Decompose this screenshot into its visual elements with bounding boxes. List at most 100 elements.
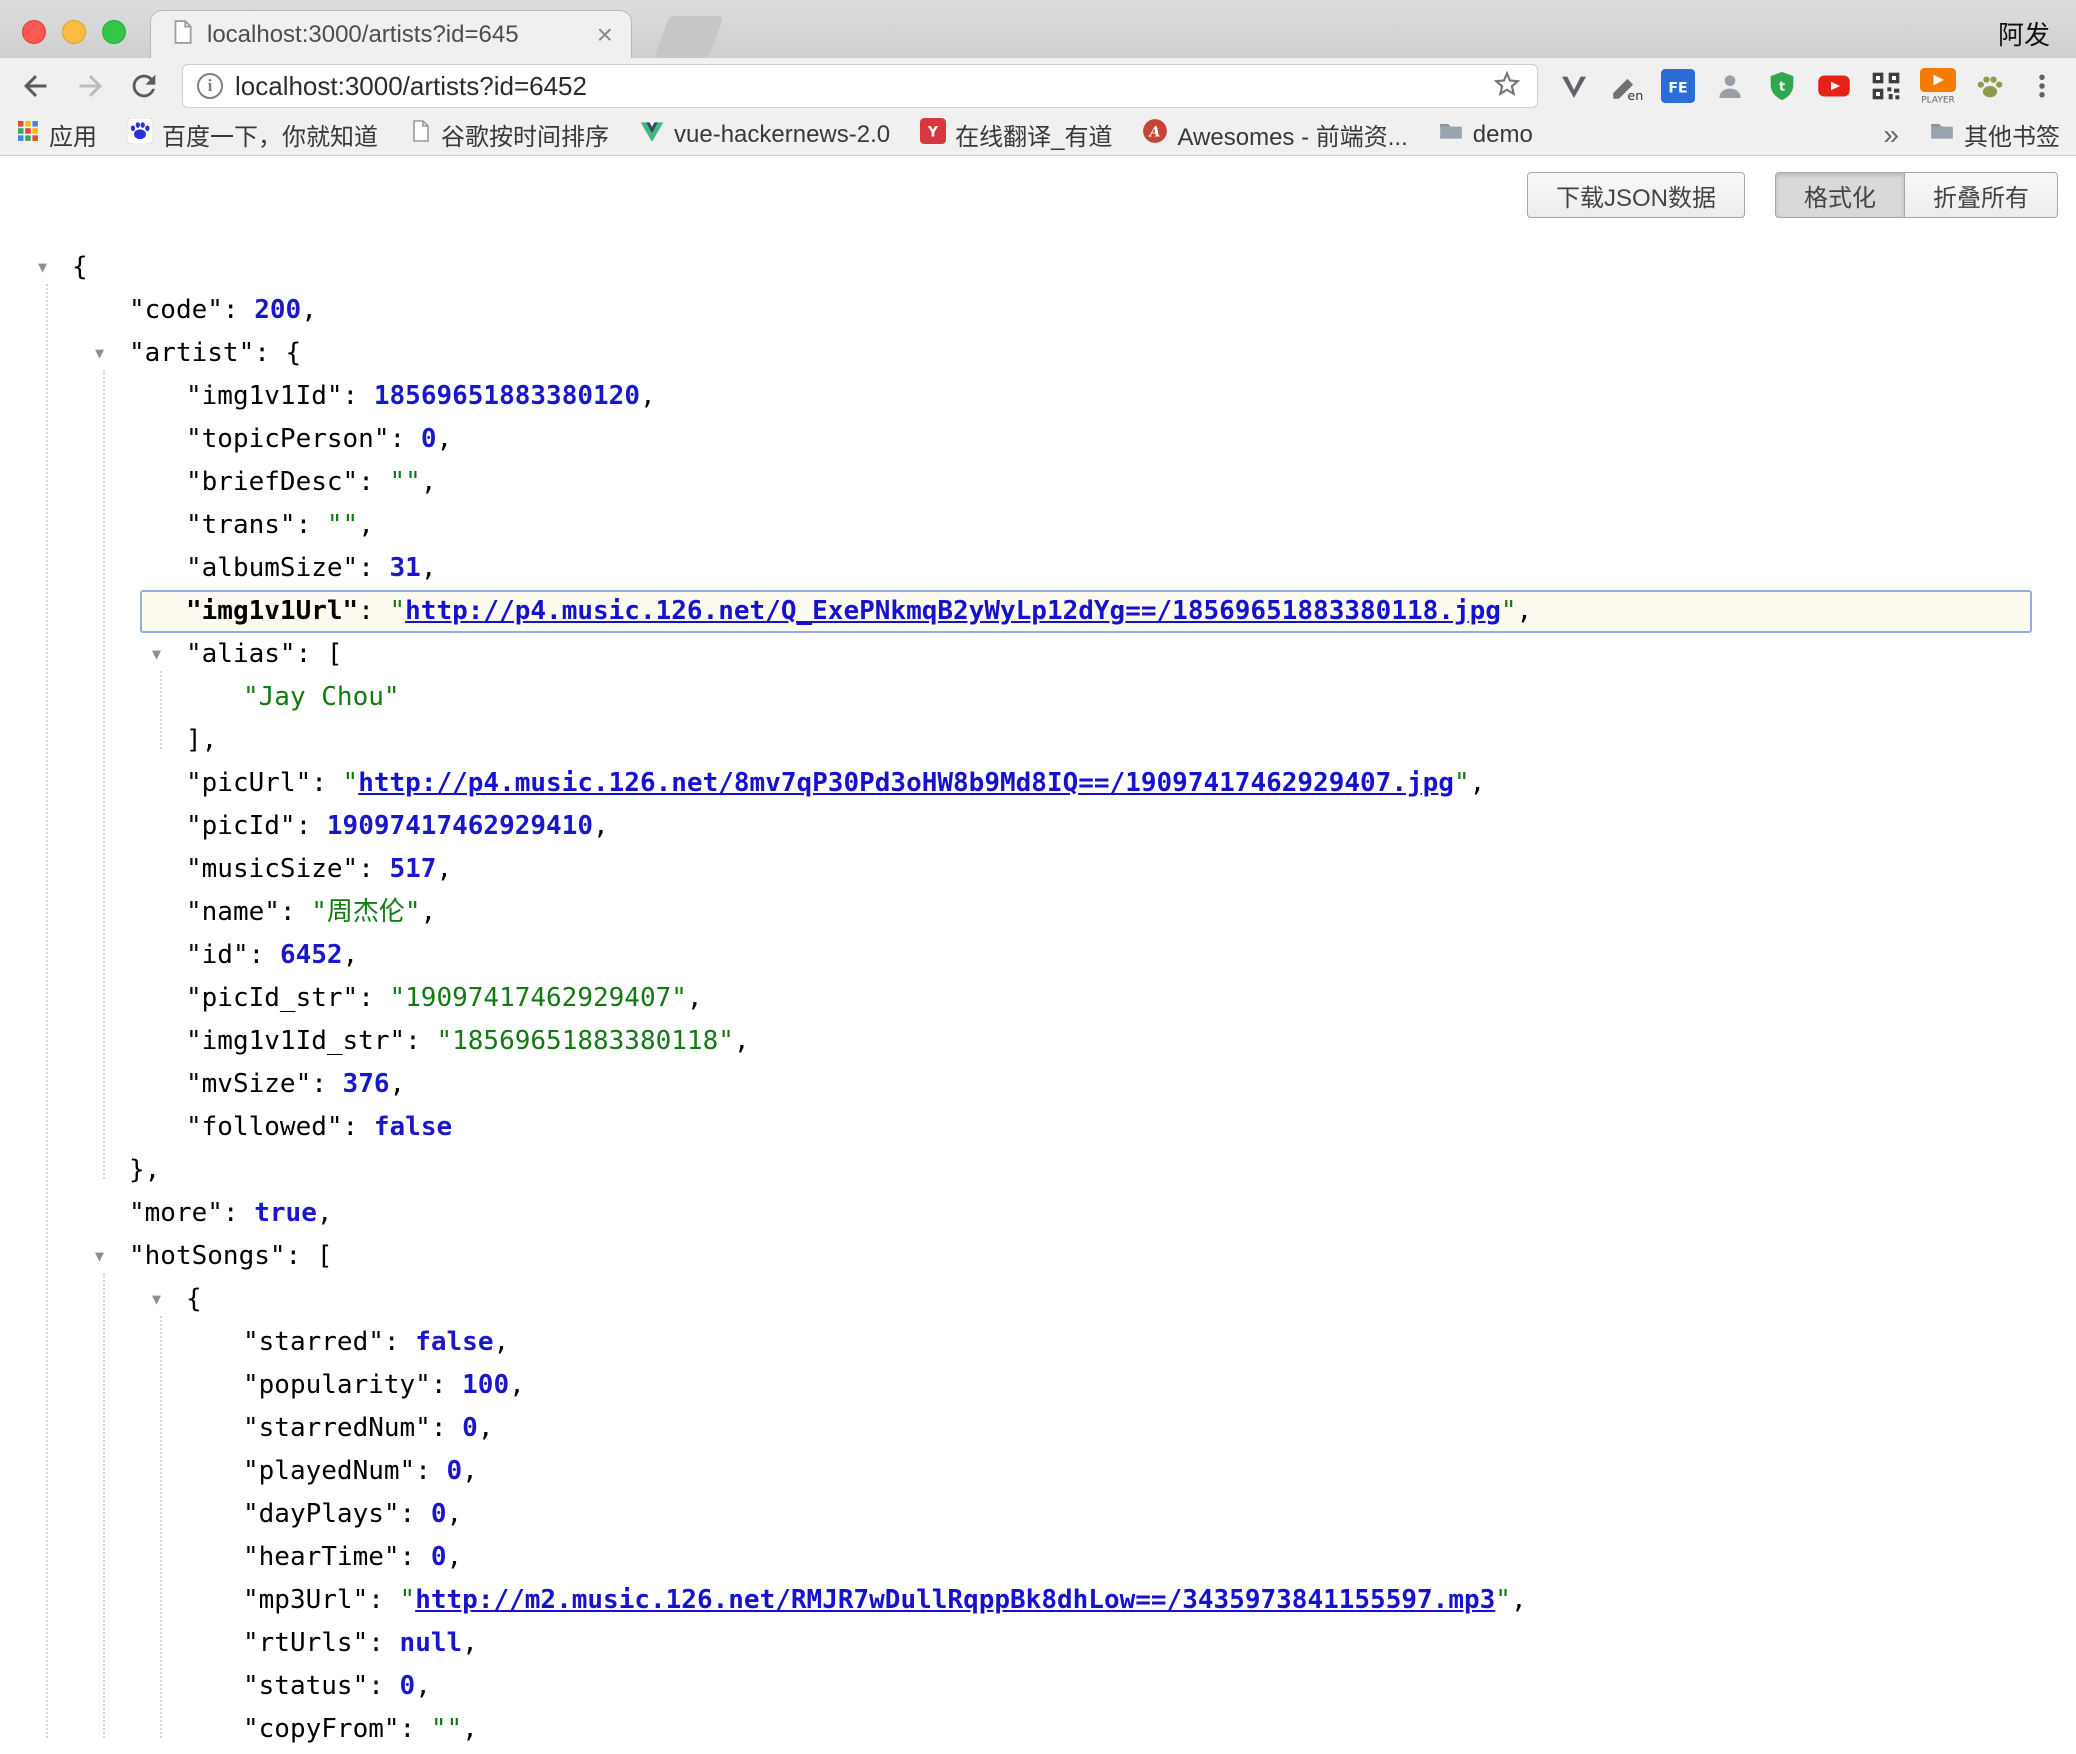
fe-extension-icon[interactable]: FE: [1658, 66, 1698, 106]
url-input[interactable]: localhost:3000/artists?id=6452: [235, 71, 1479, 102]
json-url-link[interactable]: http://p4.music.126.net/8mv7qP30Pd3oHW8b…: [358, 768, 1454, 798]
navigation-bar: i localhost:3000/artists?id=6452 en FE t: [0, 58, 2076, 114]
collapse-toggle-icon[interactable]: ▼: [95, 1235, 104, 1278]
bookmark-baidu[interactable]: 百度一下，你就知道: [127, 117, 378, 152]
paw-extension-icon[interactable]: [1970, 66, 2010, 106]
json-token: :: [311, 1069, 342, 1099]
baidu-icon: [127, 118, 153, 151]
json-token: ,: [462, 1456, 478, 1486]
json-token: :: [384, 1327, 415, 1357]
json-token: :: [400, 1542, 431, 1572]
json-line: ▼"hotSongs": [: [0, 1235, 2076, 1278]
json-token: false: [415, 1327, 493, 1357]
json-token: "picUrl": [186, 768, 311, 798]
json-token: :: [311, 768, 342, 798]
profile-name[interactable]: 阿发: [1998, 15, 2050, 52]
json-token: : {: [254, 338, 301, 368]
bookmarks-overflow-chevron[interactable]: »: [1883, 119, 1899, 151]
format-button[interactable]: 格式化: [1775, 172, 1905, 218]
json-line: "albumSize": 31,: [0, 547, 2076, 590]
json-line: ],: [0, 719, 2076, 762]
json-token: false: [374, 1112, 452, 1142]
bookmark-other-bookmarks[interactable]: 其他书签: [1929, 117, 2060, 152]
json-line: "picId_str": "19097417462929407",: [0, 977, 2076, 1020]
json-token: ,: [640, 381, 656, 411]
page-info-icon[interactable]: i: [197, 73, 223, 99]
back-button[interactable]: [14, 64, 58, 108]
tab-strip: localhost:3000/artists?id=645 × 阿发: [0, 0, 2076, 58]
browser-tab[interactable]: localhost:3000/artists?id=645 ×: [150, 10, 632, 58]
json-token: ,: [478, 1413, 494, 1443]
player-extension-icon[interactable]: PLAYER: [1918, 66, 1958, 106]
json-token: 31: [390, 553, 421, 583]
bookmark-youdao-translate[interactable]: Y 在线翻译_有道: [920, 117, 1112, 152]
bookmark-google-sort[interactable]: 谷歌按时间排序: [408, 117, 609, 152]
page-favicon-icon: [169, 19, 195, 50]
json-token: 517: [390, 854, 437, 884]
json-token: :: [415, 1456, 446, 1486]
download-json-button[interactable]: 下载JSON数据: [1527, 172, 1745, 218]
forward-button[interactable]: [68, 64, 112, 108]
tab-close-icon[interactable]: ×: [597, 21, 613, 49]
tab-title: localhost:3000/artists?id=645: [207, 21, 585, 49]
json-token: ,: [462, 1628, 478, 1658]
json-token: "starred": [243, 1327, 384, 1357]
json-token: ],: [186, 725, 217, 755]
maximize-window-button[interactable]: [102, 20, 126, 44]
menu-dots-icon[interactable]: [2022, 66, 2062, 106]
json-line: "popularity": 100,: [0, 1364, 2076, 1407]
json-token: 0: [447, 1456, 463, 1486]
json-token: "name": [186, 897, 280, 927]
json-token: :: [280, 897, 311, 927]
json-token: :: [358, 854, 389, 884]
collapse-toggle-icon[interactable]: ▼: [95, 332, 104, 375]
bookmark-label: 其他书签: [1964, 117, 2060, 152]
new-tab-button[interactable]: [654, 16, 723, 58]
collapse-all-button[interactable]: 折叠所有: [1904, 172, 2058, 218]
json-token: "mvSize": [186, 1069, 311, 1099]
bookmark-vue-hackernews[interactable]: vue-hackernews-2.0: [639, 118, 890, 151]
youtube-extension-icon[interactable]: [1814, 66, 1854, 106]
collapse-toggle-icon[interactable]: ▼: [38, 246, 47, 289]
translate-pen-extension-icon[interactable]: en: [1606, 66, 1646, 106]
json-token: "img1v1Id_str": [186, 1026, 405, 1056]
url-bar[interactable]: i localhost:3000/artists?id=6452: [182, 64, 1538, 108]
json-line: ▼{: [0, 1278, 2076, 1321]
bookmark-label: vue-hackernews-2.0: [674, 121, 890, 149]
json-token: ,: [687, 983, 703, 1013]
qr-code-extension-icon[interactable]: [1866, 66, 1906, 106]
folder-icon: [1929, 118, 1955, 151]
json-token: :: [368, 1585, 399, 1615]
profile-person-icon[interactable]: [1710, 66, 1750, 106]
vimium-extension-icon[interactable]: [1554, 66, 1594, 106]
bookmark-star-icon[interactable]: [1491, 68, 1523, 105]
json-token: {: [186, 1284, 202, 1314]
view-mode-segmented-control: 格式化 折叠所有: [1775, 172, 2058, 218]
json-line: "img1v1Id": 18569651883380120,: [0, 375, 2076, 418]
bookmark-demo-folder[interactable]: demo: [1438, 118, 1533, 151]
json-line: "Jay Chou": [0, 676, 2076, 719]
json-url-link[interactable]: http://p4.music.126.net/Q_ExePNkmqB2yWyL…: [405, 596, 1501, 626]
collapse-toggle-icon[interactable]: ▼: [152, 633, 161, 676]
json-line: "dayPlays": 0,: [0, 1493, 2076, 1536]
json-token: "hotSongs": [129, 1241, 286, 1271]
json-token: ,: [317, 1198, 333, 1228]
shield-extension-icon[interactable]: t: [1762, 66, 1802, 106]
json-token: :: [223, 1198, 254, 1228]
json-token: 100: [462, 1370, 509, 1400]
json-token: "artist": [129, 338, 254, 368]
json-token: :: [368, 1671, 399, 1701]
close-window-button[interactable]: [22, 20, 46, 44]
json-token: {: [72, 252, 88, 282]
collapse-toggle-icon[interactable]: ▼: [152, 1278, 161, 1321]
bookmark-awesomes[interactable]: A Awesomes - 前端资...: [1142, 117, 1407, 152]
reload-button[interactable]: [122, 64, 166, 108]
json-token: ,: [421, 553, 437, 583]
json-line: "starredNum": 0,: [0, 1407, 2076, 1450]
json-url-link[interactable]: http://m2.music.126.net/RMJR7wDullRqppBk…: [415, 1585, 1495, 1615]
json-line: ▼ "artist": {: [0, 332, 2076, 375]
json-token: },: [129, 1155, 160, 1185]
json-token: "hearTime": [243, 1542, 400, 1572]
bookmark-apps[interactable]: 应用: [16, 117, 97, 152]
minimize-window-button[interactable]: [62, 20, 86, 44]
